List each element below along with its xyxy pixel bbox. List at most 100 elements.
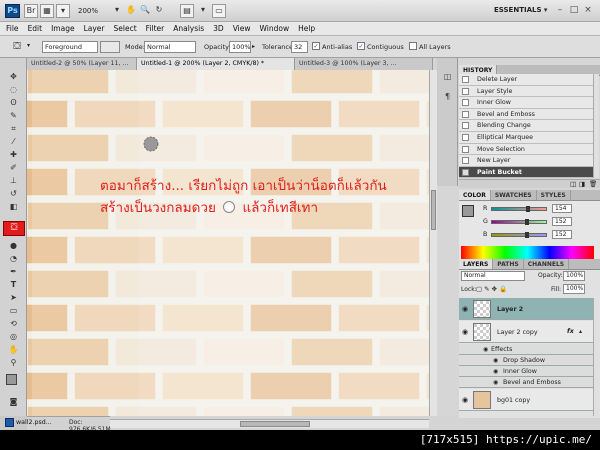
vertical-scrollbar[interactable] bbox=[429, 70, 437, 416]
pattern-picker[interactable] bbox=[100, 41, 120, 53]
blue-slider[interactable] bbox=[491, 232, 547, 238]
green-value-input[interactable]: 152 bbox=[552, 217, 572, 226]
green-slider-knob[interactable] bbox=[525, 219, 529, 225]
effect-visibility-icon[interactable]: ◉ bbox=[493, 368, 498, 375]
layers-scrollbar[interactable] bbox=[593, 298, 599, 416]
trash-icon[interactable]: 🗑 bbox=[589, 180, 597, 188]
horizontal-scrollbar[interactable] bbox=[110, 419, 429, 428]
history-item[interactable]: Move Selection bbox=[459, 143, 593, 156]
tab-layers[interactable]: LAYERS bbox=[459, 259, 494, 269]
red-slider[interactable] bbox=[491, 206, 547, 212]
crop-tool-icon[interactable]: ⌗ bbox=[7, 123, 20, 134]
shape-tool-icon[interactable]: ▭ bbox=[7, 305, 20, 316]
minimize-button[interactable]: – bbox=[554, 5, 566, 16]
history-scrollbar[interactable] bbox=[593, 74, 599, 178]
eraser-tool-icon[interactable]: ◧ bbox=[7, 201, 20, 212]
brush-tool-icon[interactable]: ✐ bbox=[7, 162, 20, 173]
history-item[interactable]: Inner Glow bbox=[459, 97, 593, 109]
expand-effects-icon[interactable]: ▴ bbox=[579, 328, 582, 335]
path-selection-tool-icon[interactable]: ➤ bbox=[7, 292, 20, 303]
type-tool-icon[interactable]: T bbox=[7, 279, 20, 290]
layer-name[interactable]: Layer 2 copy bbox=[497, 329, 538, 336]
history-item[interactable]: Elliptical Marquee bbox=[459, 132, 593, 144]
green-slider[interactable] bbox=[491, 219, 547, 225]
history-item[interactable]: Bevel and Emboss bbox=[459, 108, 593, 121]
layer-name[interactable]: bg01 copy bbox=[497, 397, 530, 404]
horizontal-scroll-thumb[interactable] bbox=[240, 421, 310, 427]
zoom-level-select[interactable]: 200% bbox=[78, 5, 106, 17]
effect-row[interactable]: ◉ Drop Shadow bbox=[459, 355, 593, 366]
fill-source-select[interactable]: Foreground bbox=[42, 41, 98, 53]
effect-row[interactable]: ◉ Bevel and Emboss bbox=[459, 377, 593, 388]
actions-panel-icon[interactable]: ¶ bbox=[442, 92, 453, 102]
hand-tool-icon[interactable]: ✋ bbox=[7, 344, 20, 355]
fx-icon[interactable]: fx bbox=[567, 328, 574, 335]
mode-select[interactable]: Normal bbox=[144, 41, 196, 53]
opacity-chevron-icon[interactable]: ▸ bbox=[252, 43, 255, 50]
history-item[interactable]: New Layer bbox=[459, 155, 593, 167]
visibility-eye-icon[interactable]: ◉ bbox=[461, 305, 469, 313]
effect-row[interactable]: ◉ Inner Glow bbox=[459, 366, 593, 377]
menu-help[interactable]: Help bbox=[298, 22, 315, 35]
layer-row-selected[interactable]: Layer 2 bbox=[459, 298, 593, 320]
vertical-scroll-thumb[interactable] bbox=[431, 190, 436, 230]
layer-name[interactable]: Layer 2 bbox=[497, 306, 523, 313]
layer-row[interactable]: Layer 2 copy fx ▴ bbox=[459, 321, 593, 343]
layer-row[interactable]: bg01 copy bbox=[459, 389, 593, 411]
hand-tool-icon[interactable]: ✋ bbox=[124, 4, 138, 18]
quick-mask-icon[interactable]: ◙ bbox=[7, 396, 20, 407]
antialias-checkbox[interactable]: ✓ bbox=[312, 42, 320, 50]
menu-view[interactable]: View bbox=[233, 22, 251, 35]
history-item-selected[interactable]: Paint Bucket bbox=[459, 166, 593, 179]
status-filename[interactable]: wall2.psd... bbox=[16, 419, 52, 426]
menu-edit[interactable]: Edit bbox=[28, 22, 43, 35]
screen-mode-chevron-icon[interactable]: ▾ bbox=[196, 4, 210, 18]
view-extras-icon[interactable]: ▾ bbox=[56, 4, 70, 18]
quick-selection-tool-icon[interactable]: ✎ bbox=[7, 110, 20, 121]
pen-tool-icon[interactable]: ✒ bbox=[7, 266, 20, 277]
clone-stamp-tool-icon[interactable]: ⊥ bbox=[7, 175, 20, 186]
menu-3d[interactable]: 3D bbox=[213, 22, 224, 35]
paint-bucket-preset-icon[interactable]: ⛋ bbox=[10, 40, 24, 53]
lock-icons[interactable]: ▢✎✥🔒 bbox=[476, 285, 516, 294]
zoom-tool-icon[interactable]: ⚲ bbox=[7, 357, 20, 368]
blur-tool-icon[interactable]: ● bbox=[7, 240, 20, 251]
workspace-switcher[interactable]: ESSENTIALS ▾ bbox=[494, 6, 547, 14]
zoom-tool-icon[interactable]: 🔍 bbox=[138, 4, 152, 18]
eyedropper-tool-icon[interactable]: ⁄ bbox=[7, 136, 20, 147]
new-document-from-state-icon[interactable]: ◫ bbox=[570, 180, 576, 188]
menu-filter[interactable]: Filter bbox=[146, 22, 165, 35]
history-brush-tool-icon[interactable]: ↺ bbox=[7, 188, 20, 199]
menu-image[interactable]: Image bbox=[51, 22, 75, 35]
menu-analysis[interactable]: Analysis bbox=[173, 22, 204, 35]
fill-input[interactable]: 100% bbox=[563, 284, 585, 294]
color-spectrum-ramp[interactable] bbox=[461, 246, 594, 259]
status-doc-info[interactable]: Doc: 976.6K/6.51M bbox=[69, 419, 111, 430]
opacity-input[interactable]: 100% bbox=[229, 41, 251, 53]
maximize-button[interactable]: □ bbox=[568, 5, 580, 16]
menu-select[interactable]: Select bbox=[114, 22, 137, 35]
marquee-tool-icon[interactable]: ◌ bbox=[7, 84, 20, 95]
menu-layer[interactable]: Layer bbox=[84, 22, 105, 35]
blue-slider-knob[interactable] bbox=[525, 232, 529, 238]
layer-opacity-input[interactable]: 100% bbox=[563, 271, 585, 281]
history-item[interactable]: Layer Style bbox=[459, 85, 593, 98]
3d-rotate-tool-icon[interactable]: ⟲ bbox=[7, 318, 20, 329]
effects-row[interactable]: ◉ Effects bbox=[459, 344, 593, 355]
move-tool-icon[interactable]: ✥ bbox=[7, 71, 20, 82]
arrange-icon[interactable]: ▾ bbox=[110, 4, 124, 18]
foreground-color-swatch[interactable] bbox=[6, 374, 17, 385]
arrange-documents-icon[interactable]: ▤ bbox=[180, 4, 194, 18]
tab-styles[interactable]: STYLES bbox=[537, 190, 571, 200]
3d-orbit-tool-icon[interactable]: ◎ bbox=[7, 331, 20, 342]
blend-mode-select[interactable]: Normal bbox=[461, 271, 525, 281]
menu-file[interactable]: File bbox=[6, 22, 19, 35]
history-panel-icon[interactable]: ◫ bbox=[442, 72, 453, 82]
tab-swatches[interactable]: SWATCHES bbox=[491, 190, 537, 200]
contiguous-checkbox[interactable]: ✓ bbox=[357, 42, 365, 50]
tab-paths[interactable]: PATHS bbox=[493, 259, 524, 269]
all-layers-checkbox[interactable] bbox=[409, 42, 417, 50]
close-button[interactable]: × bbox=[582, 5, 594, 16]
bridge-icon[interactable]: Br bbox=[24, 4, 38, 18]
screen-mode-icon[interactable]: ▭ bbox=[212, 4, 226, 18]
